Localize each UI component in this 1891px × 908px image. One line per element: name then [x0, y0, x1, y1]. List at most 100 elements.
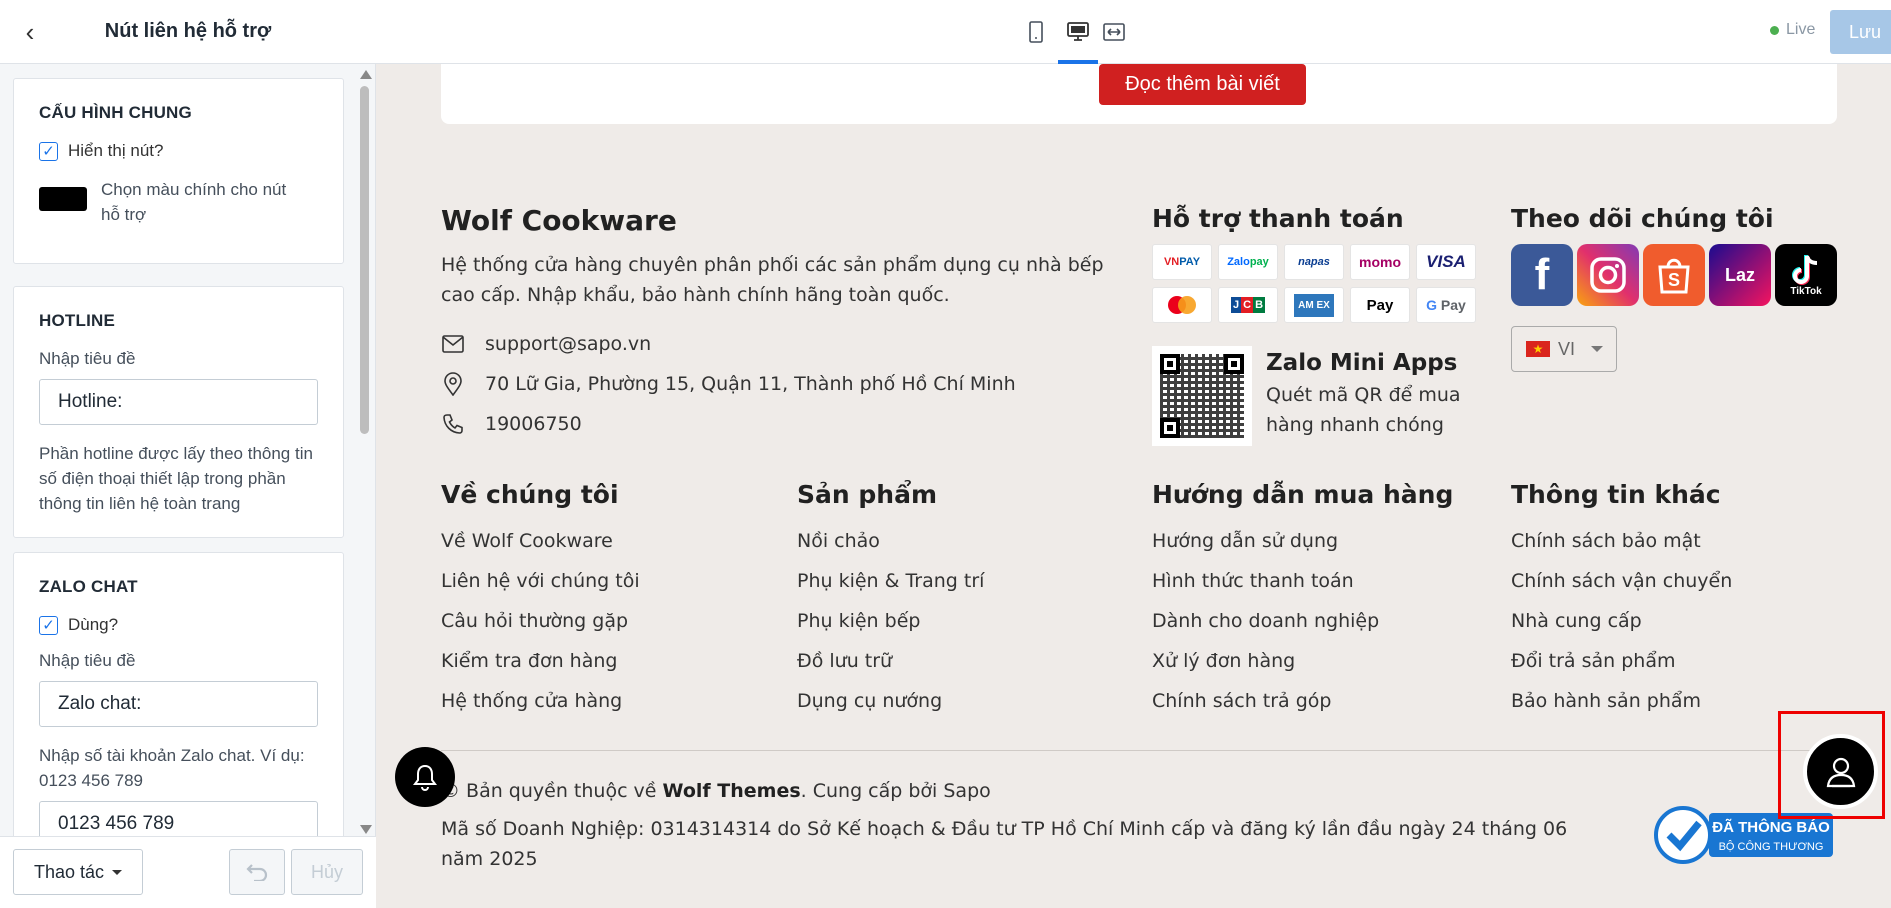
contact-email[interactable]: support@sapo.vn: [441, 332, 651, 356]
menu-guide: Hướng dẫn mua hàng Hướng dẫn sử dụng Hìn…: [1152, 480, 1453, 721]
menu-link[interactable]: Nhà cung cấp: [1511, 601, 1732, 641]
payment-heading: Hỗ trợ thanh toán: [1152, 204, 1404, 233]
menu-link[interactable]: Về Wolf Cookware: [441, 521, 640, 561]
menu-link[interactable]: Liên hệ với chúng tôi: [441, 561, 640, 601]
color-label: Chọn màu chính cho nút hỗ trợ: [101, 180, 287, 224]
actions-dropdown-button[interactable]: Thao tác: [13, 849, 143, 895]
general-config-heading: CẤU HÌNH CHUNG: [39, 103, 192, 122]
read-more-button[interactable]: Đọc thêm bài viết: [1099, 64, 1306, 105]
mobile-view-icon[interactable]: [1022, 18, 1050, 46]
checkbox-checked-icon[interactable]: ✓: [39, 141, 58, 161]
jcb-icon: JCB: [1218, 287, 1278, 323]
phone-icon: [441, 412, 465, 436]
copyright-prefix: © Bản quyền thuộc về: [441, 780, 663, 802]
menu-link[interactable]: Dành cho doanh nghiệp: [1152, 601, 1453, 641]
notification-bell-button[interactable]: [395, 747, 455, 807]
contact-phone[interactable]: 19006750: [441, 412, 582, 436]
desktop-view-icon[interactable]: [1064, 18, 1092, 46]
copyright-suffix: . Cung cấp bởi Sapo: [800, 780, 991, 802]
panel-footer: Thao tác Hủy: [0, 836, 376, 908]
color-swatch[interactable]: [39, 187, 87, 211]
menu-about: Về chúng tôi Về Wolf Cookware Liên hệ vớ…: [441, 480, 640, 721]
live-dot-icon: [1770, 25, 1779, 35]
menu-link[interactable]: Bảo hành sản phẩm: [1511, 681, 1732, 721]
shopee-icon[interactable]: S: [1643, 244, 1705, 306]
back-icon[interactable]: ‹: [16, 17, 44, 47]
menu-link[interactable]: Kiểm tra đơn hàng: [441, 641, 640, 681]
zalo-chat-card: ZALO CHAT ✓ Dùng? Nhập tiêu đề Zalo chat…: [13, 552, 344, 836]
menu-link[interactable]: Xử lý đơn hàng: [1152, 641, 1453, 681]
menu-link[interactable]: Câu hỏi thường gặp: [441, 601, 640, 641]
menu-link[interactable]: Dụng cụ nướng: [797, 681, 984, 721]
show-button-checkbox[interactable]: ✓ Hiển thị nút?: [39, 141, 318, 161]
hotline-card: HOTLINE Nhập tiêu đề Hotline: Phần hotli…: [13, 286, 344, 538]
caret-down-icon: [112, 869, 123, 875]
language-selector[interactable]: ★ VI: [1511, 326, 1617, 372]
bell-icon: [413, 764, 437, 791]
contact-phone-text: 19006750: [485, 413, 582, 435]
zalo-account-input[interactable]: 0123 456 789: [39, 801, 318, 836]
general-config-card: CẤU HÌNH CHUNG ✓ Hiển thị nút? Chọn màu …: [13, 78, 344, 264]
lazada-icon[interactable]: Laz: [1709, 244, 1771, 306]
vnpay-icon: VN PAY: [1152, 244, 1212, 280]
contact-address: 70 Lữ Gia, Phường 15, Quận 11, Thành phố…: [441, 372, 1016, 396]
menu-link[interactable]: Hình thức thanh toán: [1152, 561, 1453, 601]
menu-link[interactable]: Chính sách bảo mật: [1511, 521, 1732, 561]
menu-heading: Thông tin khác: [1511, 480, 1721, 509]
follow-heading: Theo dõi chúng tôi: [1511, 204, 1774, 233]
qr-finder-icon: [1160, 354, 1180, 374]
qr-finder-icon: [1160, 418, 1180, 438]
zalopay-icon: Zalo pay: [1218, 244, 1278, 280]
contact-address-text: 70 Lữ Gia, Phường 15, Quận 11, Thành phố…: [485, 373, 1016, 395]
zalo-use-checkbox[interactable]: ✓ Dùng?: [39, 615, 318, 635]
hotline-help-text: Phần hotline được lấy theo thông tin số …: [39, 444, 313, 513]
hotline-heading: HOTLINE: [39, 311, 116, 330]
settings-panel: ‹ Nút liên hệ hỗ trợ CẤU HÌNH CHUNG ✓ Hi…: [0, 0, 376, 908]
live-label: Live: [1786, 21, 1816, 38]
cancel-button[interactable]: Hủy: [291, 849, 363, 895]
instagram-icon[interactable]: [1577, 244, 1639, 306]
fullwidth-view-icon[interactable]: [1100, 18, 1128, 46]
qr-finder-icon: [1224, 354, 1244, 374]
zalo-account-label: Nhập số tài khoản Zalo chat. Ví dụ: 0123…: [39, 746, 305, 790]
undo-button[interactable]: [229, 849, 285, 895]
google-pay-icon: G Pay: [1416, 287, 1476, 323]
vietnam-flag-icon: ★: [1526, 341, 1550, 357]
editor-toolbar: Live Lưu: [376, 0, 1891, 64]
panel-scroll-area[interactable]: CẤU HÌNH CHUNG ✓ Hiển thị nút? Chọn màu …: [0, 64, 376, 836]
menu-link[interactable]: Phụ kiện bếp: [797, 601, 984, 641]
show-button-label: Hiển thị nút?: [68, 141, 164, 160]
menu-link[interactable]: Nồi chảo: [797, 521, 984, 561]
panel-title: Nút liên hệ hỗ trợ: [104, 20, 272, 42]
support-contact-button[interactable]: [1803, 734, 1878, 809]
tiktok-icon[interactable]: TikTok: [1775, 244, 1837, 306]
zalo-title-input[interactable]: Zalo chat:: [39, 681, 318, 727]
mastercard-icon: [1152, 287, 1212, 323]
gov-badge-line1: ĐÃ THÔNG BÁO: [1712, 818, 1830, 836]
menu-link[interactable]: Đồ lưu trữ: [797, 641, 984, 681]
qr-code: [1152, 346, 1252, 446]
menu-link[interactable]: Hướng dẫn sử dụng: [1152, 521, 1453, 561]
save-button[interactable]: Lưu: [1830, 10, 1891, 54]
checkbox-checked-icon[interactable]: ✓: [39, 615, 58, 635]
hotline-title-input[interactable]: Hotline:: [39, 379, 318, 425]
menu-link[interactable]: Đổi trả sản phẩm: [1511, 641, 1732, 681]
article-card: Đọc thêm bài viết: [441, 64, 1837, 124]
scrollbar-thumb[interactable]: [360, 86, 369, 434]
menu-link[interactable]: Chính sách vận chuyển: [1511, 561, 1732, 601]
facebook-icon[interactable]: f: [1511, 244, 1573, 306]
scroll-up-icon[interactable]: [360, 70, 372, 79]
menu-other: Thông tin khác Chính sách bảo mật Chính …: [1511, 480, 1732, 721]
brand-description: Hệ thống cửa hàng chuyên phân phối các s…: [441, 254, 1104, 306]
panel-scrollbar[interactable]: [358, 68, 372, 834]
menu-link[interactable]: Phụ kiện & Trang trí: [797, 561, 984, 601]
storefront-preview[interactable]: Đọc thêm bài viết Wolf Cookware Hệ thống…: [376, 64, 1891, 908]
zalo-use-label: Dùng?: [68, 615, 119, 634]
undo-icon: [246, 864, 268, 881]
menu-products: Sản phẩm Nồi chảo Phụ kiện & Trang trí P…: [797, 480, 984, 721]
copyright: © Bản quyền thuộc về Wolf Themes. Cung c…: [441, 780, 991, 802]
scroll-down-icon[interactable]: [360, 825, 372, 834]
menu-link[interactable]: Chính sách trả góp: [1152, 681, 1453, 721]
footer-divider: [441, 750, 1837, 751]
menu-link[interactable]: Hệ thống cửa hàng: [441, 681, 640, 721]
